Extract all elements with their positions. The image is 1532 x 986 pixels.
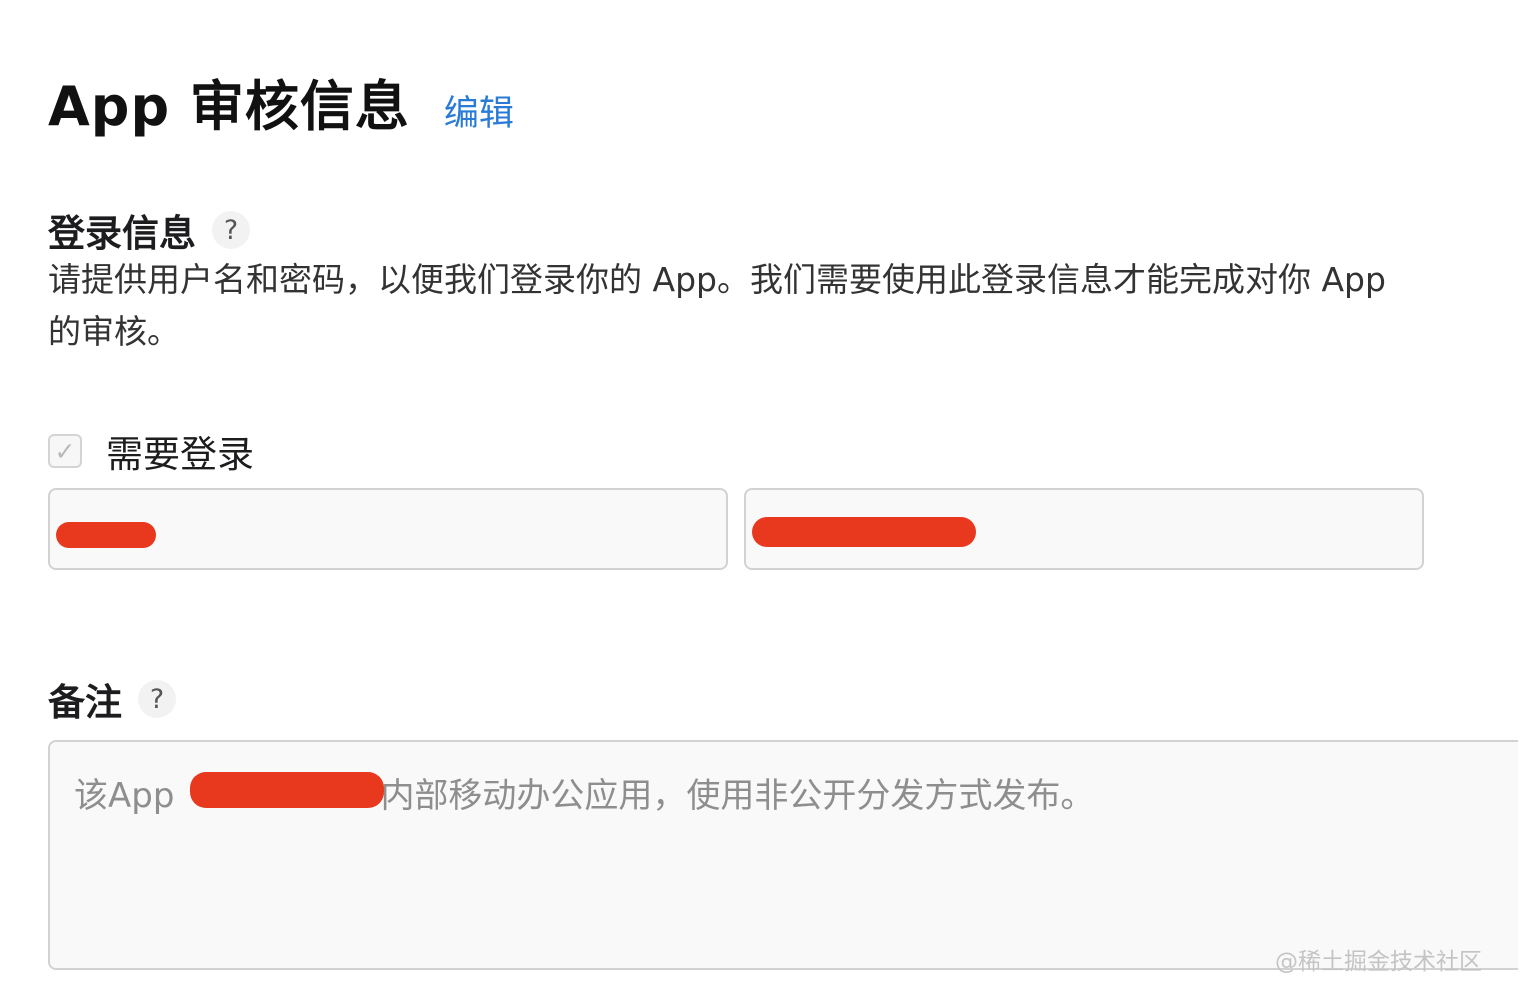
login-info-title: 登录信息 [48,212,196,255]
login-info-heading: 登录信息 ? [48,203,250,257]
password-redaction [752,517,976,547]
notes-title: 备注 [48,681,122,724]
notes-text-end: 内部移动办公应用，使用非公开分发方式发布。 [380,776,1095,816]
notes-text-start: 该App [74,776,175,816]
requires-login-label: 需要登录 [106,433,254,476]
login-description: 请提供用户名和密码，以便我们登录你的 App。我们需要使用此登录信息才能完成对你… [48,260,1386,351]
username-field[interactable] [48,488,728,570]
notes-redaction [190,772,384,808]
login-help-icon[interactable]: ? [212,211,250,249]
page-header: App 审核信息 编辑 [48,62,514,141]
password-field[interactable] [744,488,1424,570]
watermark: @稀土掘金技术社区 [1275,949,1482,975]
username-redaction [56,522,156,548]
notes-heading: 备注 ? [48,672,176,726]
notes-textarea[interactable]: 该App 内部移动办公应用，使用非公开分发方式发布。 [48,740,1518,970]
edit-link[interactable]: 编辑 [444,85,514,136]
requires-login-checkbox[interactable]: ✓ [48,434,82,468]
page-title: App 审核信息 [48,75,410,138]
requires-login-row: ✓ 需要登录 [48,424,254,478]
notes-help-icon[interactable]: ? [138,680,176,718]
